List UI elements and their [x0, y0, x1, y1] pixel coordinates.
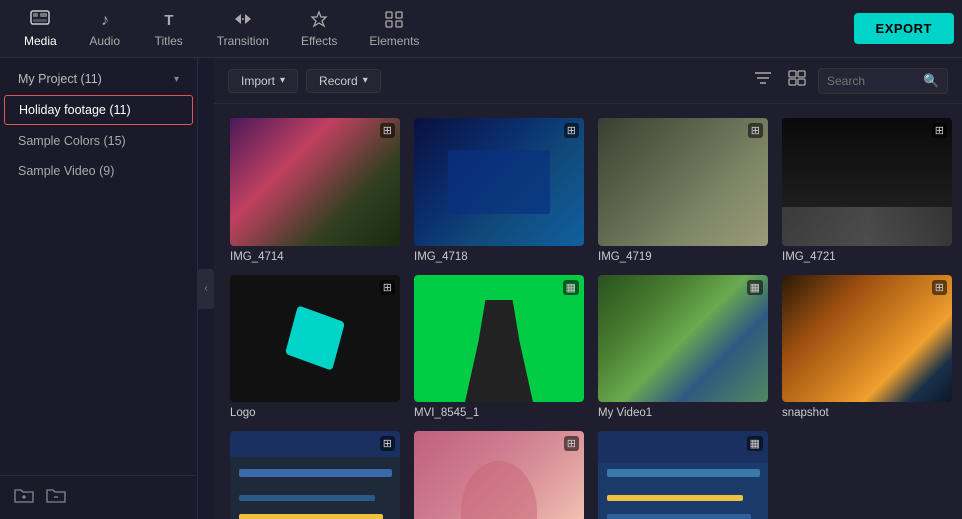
media-type-badge: ▦: [563, 280, 579, 295]
nav-effects-label: Effects: [301, 34, 337, 48]
nav-elements[interactable]: Elements: [353, 4, 435, 54]
media-type-badge: ⊞: [380, 280, 395, 295]
list-item[interactable]: ⊞ IMG_4719: [598, 118, 768, 263]
add-folder-icon[interactable]: [14, 486, 34, 509]
media-thumbnail: ⊞: [782, 118, 952, 246]
media-thumbnail: ⊞: [230, 118, 400, 246]
media-type-badge: ▦: [747, 436, 763, 451]
main-area: My Project (11) ▾ Holiday footage (11) S…: [0, 58, 962, 519]
media-label: IMG_4719: [598, 251, 768, 263]
nav-effects[interactable]: Effects: [285, 4, 353, 54]
content-area: Import ▾ Record ▾: [214, 58, 962, 519]
media-type-badge: ⊞: [564, 436, 579, 451]
media-thumbnail: ▦: [598, 431, 768, 519]
list-item[interactable]: ▦ MVI_8545_1: [414, 275, 584, 420]
media-label: snapshot: [782, 407, 952, 419]
transition-icon: [233, 10, 253, 31]
audio-icon: ♪: [96, 10, 114, 31]
media-label: IMG_4721: [782, 251, 952, 263]
media-thumbnail: ▦: [414, 275, 584, 403]
list-item[interactable]: ⊞ ✓ Stocksy_txpfd042cd3EA...: [414, 431, 584, 519]
nav-elements-label: Elements: [369, 34, 419, 48]
media-thumbnail: ▦: [598, 275, 768, 403]
search-icon[interactable]: 🔍: [923, 73, 939, 89]
nav-titles[interactable]: T Titles: [137, 4, 201, 54]
elements-icon: [384, 10, 404, 31]
nav-titles-label: Titles: [155, 34, 183, 48]
sidebar-item-my-project-label: My Project (11): [18, 72, 102, 86]
sidebar: My Project (11) ▾ Holiday footage (11) S…: [0, 58, 198, 519]
grid-view-icon[interactable]: [784, 66, 810, 95]
media-type-badge: ⊞: [380, 123, 395, 138]
sidebar-item-holiday-footage-label: Holiday footage (11): [19, 103, 131, 117]
media-type-badge: ⊞: [932, 280, 947, 295]
remove-folder-icon[interactable]: [46, 486, 66, 509]
nav-audio-label: Audio: [89, 34, 120, 48]
list-item[interactable]: ⊞ IMG_4721: [782, 118, 952, 263]
list-item[interactable]: ▦ My Video1: [598, 275, 768, 420]
record-chevron-icon: ▾: [363, 75, 368, 86]
list-item[interactable]: ▦ VID_20181217_165508: [598, 431, 768, 519]
sidebar-item-holiday-footage[interactable]: Holiday footage (11): [4, 95, 193, 125]
media-grid: ⊞ IMG_4714 ⊞ IMG_4718 ⊞ IMG_4719: [214, 104, 962, 519]
sidebar-footer: [0, 475, 197, 519]
import-label: Import: [241, 74, 275, 88]
filter-icon[interactable]: [750, 66, 776, 95]
sidebar-item-sample-video-label: Sample Video (9): [18, 164, 114, 178]
effects-icon: [309, 10, 329, 31]
import-button[interactable]: Import ▾: [228, 69, 298, 93]
nav-media-label: Media: [24, 34, 57, 48]
list-item[interactable]: ⊞ IMG_4718: [414, 118, 584, 263]
top-nav: Media ♪ Audio T Titles Transition: [0, 0, 962, 58]
titles-icon: T: [160, 10, 178, 31]
import-chevron-icon: ▾: [280, 75, 285, 86]
search-input[interactable]: [827, 74, 917, 88]
media-icon: [30, 10, 50, 31]
media-thumbnail: ⊞: [414, 118, 584, 246]
list-item[interactable]: ⊞ IMG_4714: [230, 118, 400, 263]
media-thumbnail: ⊞: [782, 275, 952, 403]
media-type-badge: ⊞: [380, 436, 395, 451]
record-label: Record: [319, 74, 358, 88]
export-button[interactable]: EXPORT: [854, 13, 954, 44]
list-item[interactable]: ⊞ snapshot1: [230, 431, 400, 519]
sidebar-item-sample-video[interactable]: Sample Video (9): [4, 157, 193, 185]
svg-text:♪: ♪: [101, 12, 109, 28]
nav-media[interactable]: Media: [8, 4, 73, 54]
media-thumbnail: ⊞: [230, 431, 400, 519]
search-box: 🔍: [818, 68, 948, 94]
media-thumbnail: ⊞ ✓: [414, 431, 584, 519]
nav-audio[interactable]: ♪ Audio: [73, 4, 137, 54]
media-label: My Video1: [598, 407, 768, 419]
media-label: IMG_4718: [414, 251, 584, 263]
media-type-badge: ⊞: [564, 123, 579, 138]
svg-text:T: T: [164, 12, 173, 28]
nav-transition-label: Transition: [217, 34, 269, 48]
list-item[interactable]: ⊞ Logo: [230, 275, 400, 420]
record-button[interactable]: Record ▾: [306, 69, 381, 93]
chevron-down-icon: ▾: [174, 74, 179, 85]
media-type-badge: ▦: [747, 280, 763, 295]
sidebar-item-my-project[interactable]: My Project (11) ▾: [4, 65, 193, 93]
media-type-badge: ⊞: [748, 123, 763, 138]
media-label: Logo: [230, 407, 400, 419]
media-type-badge: ⊞: [932, 123, 947, 138]
media-label: MVI_8545_1: [414, 407, 584, 419]
sidebar-collapse-arrow[interactable]: ‹: [198, 269, 214, 309]
media-thumbnail: ⊞: [598, 118, 768, 246]
content-toolbar: Import ▾ Record ▾: [214, 58, 962, 104]
media-thumbnail: ⊞: [230, 275, 400, 403]
list-item[interactable]: ⊞ snapshot: [782, 275, 952, 420]
media-label: IMG_4714: [230, 251, 400, 263]
nav-transition[interactable]: Transition: [201, 4, 285, 54]
sidebar-item-sample-colors-label: Sample Colors (15): [18, 134, 126, 148]
sidebar-item-sample-colors[interactable]: Sample Colors (15): [4, 127, 193, 155]
